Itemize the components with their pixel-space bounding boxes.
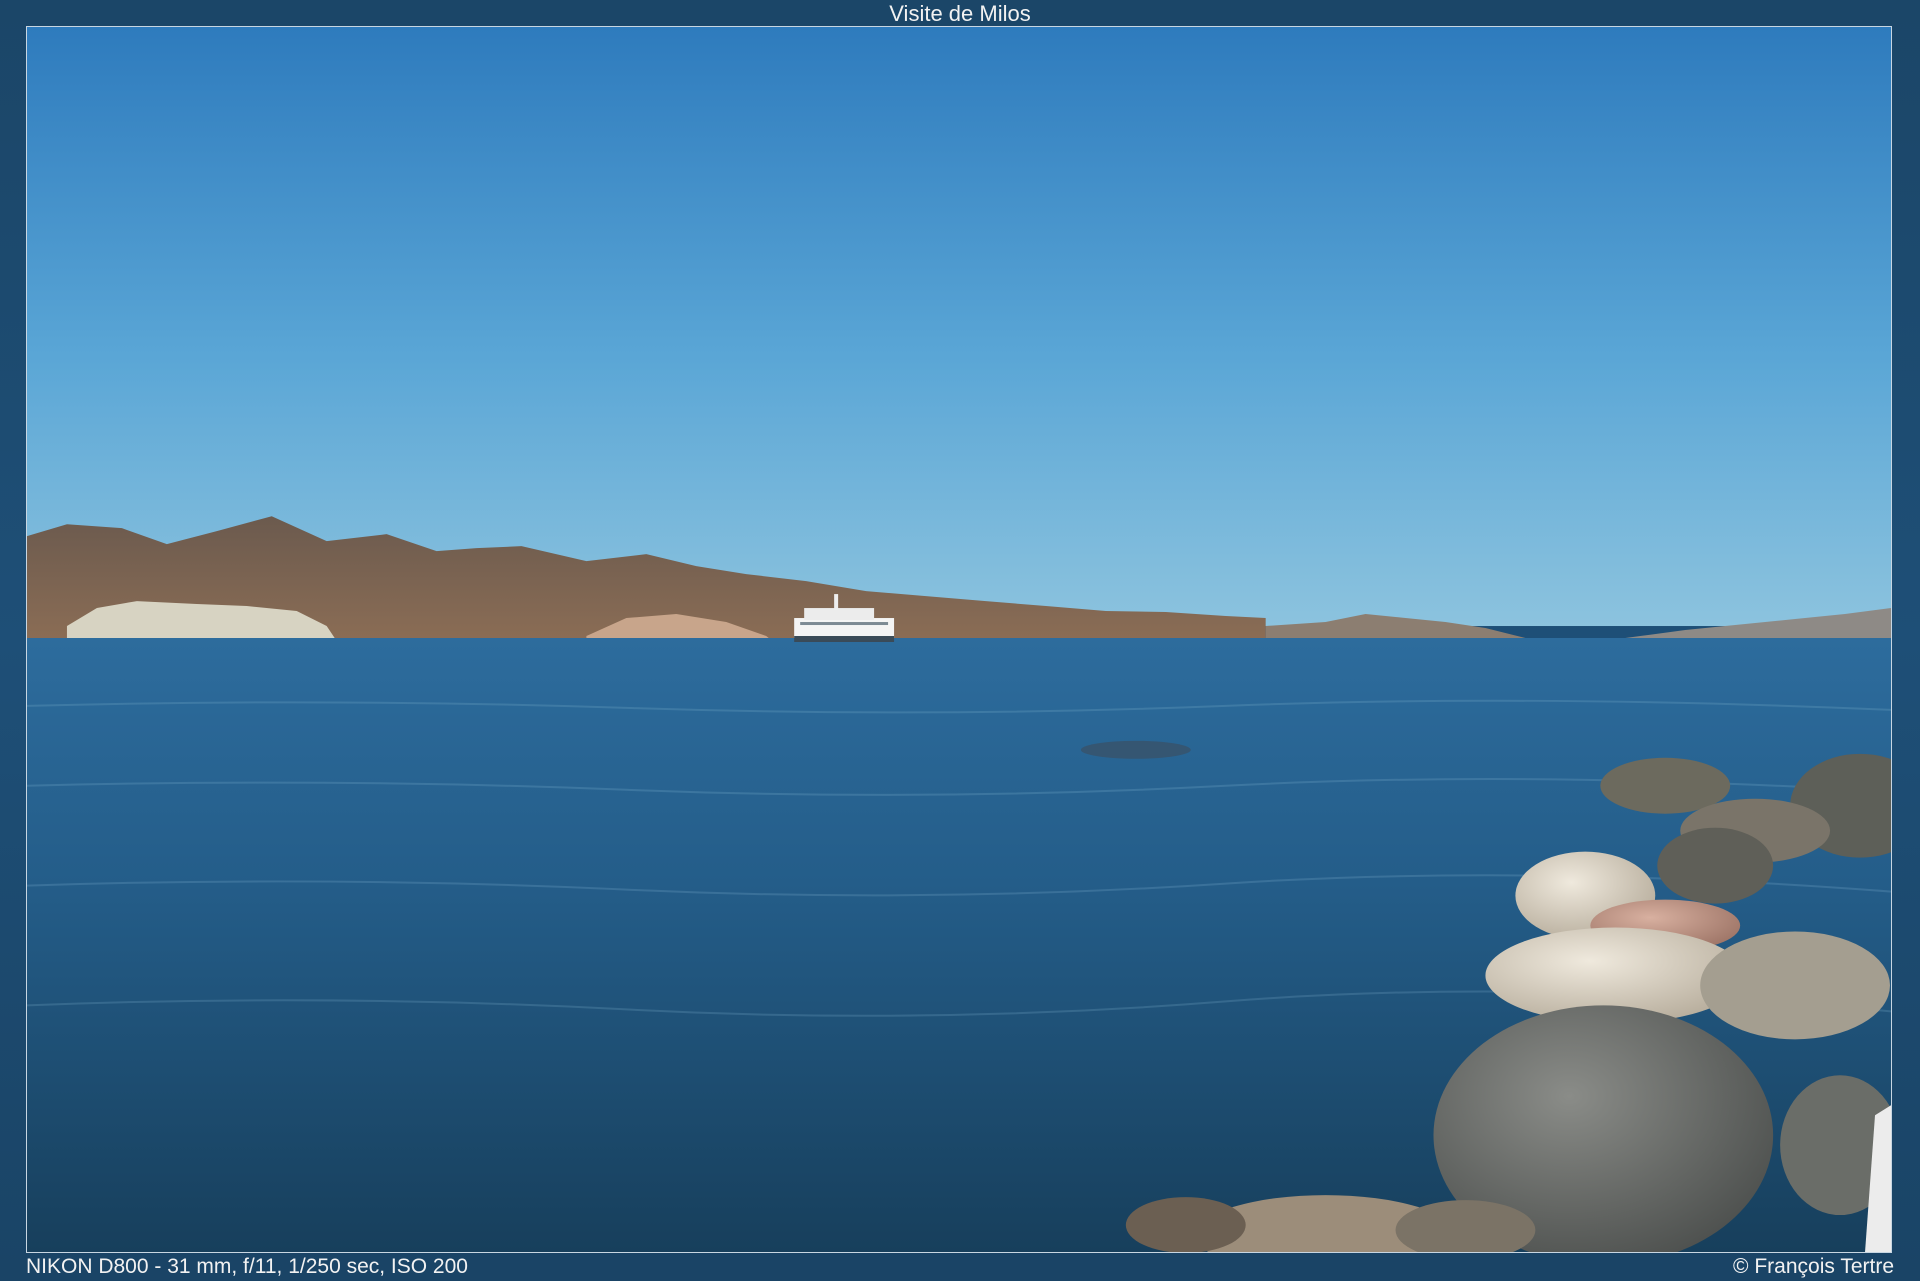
photo-credit: © François Tertre [1733, 1255, 1894, 1278]
photo-image [27, 27, 1891, 1252]
photo[interactable] [26, 26, 1892, 1253]
photo-viewer: Visite de Milos NIKON D800 - 31 mm, f/11… [0, 0, 1920, 1281]
photo-title: Visite de Milos [889, 1, 1031, 26]
exif-info: NIKON D800 - 31 mm, f/11, 1/250 sec, ISO… [26, 1255, 468, 1278]
submerged-rock [1080, 740, 1191, 759]
